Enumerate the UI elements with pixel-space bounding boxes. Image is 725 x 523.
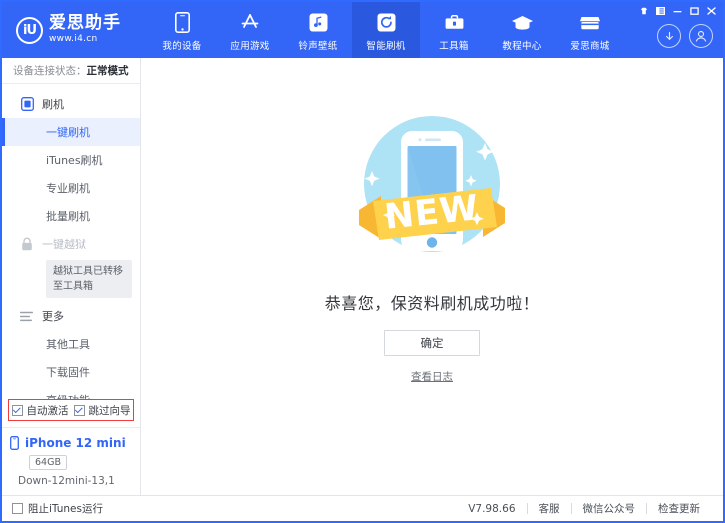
sidebar-item-other-tools[interactable]: 其他工具 (2, 330, 140, 358)
nav-label: 铃声壁纸 (298, 38, 337, 52)
brand-url: www.i4.cn (49, 35, 121, 44)
nav-label: 爱思商城 (570, 38, 609, 52)
lock-icon (20, 237, 34, 251)
music-icon (309, 12, 328, 34)
sidebar-item-label: iTunes刷机 (46, 152, 103, 168)
sidebar-item-label: 一键刷机 (46, 124, 90, 140)
nav-item-apps-games[interactable]: 应用游戏 (216, 2, 284, 58)
sidebar-group-jailbreak: 一键越狱 (2, 230, 140, 258)
status-bar: 阻止iTunes运行 V7.98.66 客服 微信公众号 检查更新 (2, 495, 723, 521)
sidebar-item-label: 批量刷机 (46, 208, 90, 224)
device-name: iPhone 12 mini (25, 436, 126, 450)
nav-item-smart-flash[interactable]: 智能刷机 (352, 2, 420, 58)
brand-logo-group: iU 爱思助手 www.i4.cn (2, 15, 142, 44)
phone-icon (10, 436, 19, 450)
connection-status: 设备连接状态：正常模式 (2, 58, 140, 84)
nav-label: 工具箱 (439, 38, 468, 52)
device-firmware: Down-12mini-13,1 (18, 475, 130, 487)
minimize-button[interactable] (670, 4, 685, 17)
download-icon[interactable] (657, 24, 681, 48)
sidebar-item-itunes-flash[interactable]: iTunes刷机 (2, 146, 140, 174)
checkbox-skip-setup[interactable] (74, 405, 85, 416)
block-itunes-option[interactable]: 阻止iTunes运行 (12, 501, 103, 516)
checkbox-auto-activate[interactable] (12, 405, 23, 416)
device-title-row: iPhone 12 mini (10, 436, 130, 450)
option-label: 跳过向导 (89, 403, 131, 418)
block-itunes-label: 阻止iTunes运行 (28, 501, 103, 516)
phone-flash-icon (20, 97, 34, 111)
wechat-official-link[interactable]: 微信公众号 (572, 501, 647, 516)
nav-label: 教程中心 (502, 38, 541, 52)
nav-item-my-device[interactable]: 我的设备 (148, 2, 216, 58)
app-window: iU 爱思助手 www.i4.cn 我的设备 应用游戏 (0, 0, 725, 523)
option-label: 自动激活 (27, 403, 69, 418)
menu-button[interactable] (653, 4, 668, 17)
shop-icon (579, 12, 601, 34)
sidebar-item-label: 其他工具 (46, 336, 90, 352)
nav-label: 我的设备 (162, 38, 201, 52)
new-phone-badge-illustration: NEW (337, 96, 527, 276)
sidebar: 设备连接状态：正常模式 刷机 一键刷机 iTunes刷机 专业刷机 (2, 58, 141, 495)
status-bar-links: V7.98.66 客服 微信公众号 检查更新 (457, 501, 711, 516)
option-skip-setup[interactable]: 跳过向导 (74, 403, 131, 418)
close-button[interactable] (704, 4, 719, 17)
skin-button[interactable] (636, 4, 651, 17)
nav-item-toolbox[interactable]: 工具箱 (420, 2, 488, 58)
nav-item-ringtone-wallpaper[interactable]: 铃声壁纸 (284, 2, 352, 58)
user-account-icon[interactable] (689, 24, 713, 48)
option-auto-activate[interactable]: 自动激活 (12, 403, 69, 418)
sidebar-group-label: 刷机 (42, 96, 64, 112)
jailbreak-moved-tooltip: 越狱工具已转移至工具箱 (46, 260, 132, 298)
nav-item-store[interactable]: 爱思商城 (556, 2, 624, 58)
toolbox-icon (444, 12, 465, 34)
checkbox-block-itunes[interactable] (12, 503, 23, 514)
sidebar-group-label: 更多 (42, 308, 64, 324)
sidebar-item-one-key-flash[interactable]: 一键刷机 (2, 118, 140, 146)
sidebar-item-download-firmware[interactable]: 下载固件 (2, 358, 140, 386)
sidebar-item-pro-flash[interactable]: 专业刷机 (2, 174, 140, 202)
app-body: 设备连接状态：正常模式 刷机 一键刷机 iTunes刷机 专业刷机 (2, 58, 723, 495)
list-icon (20, 309, 34, 323)
maximize-button[interactable] (687, 4, 702, 17)
nav-label: 应用游戏 (230, 38, 269, 52)
brand-mark-icon: iU (16, 17, 43, 44)
appstore-icon (239, 12, 261, 34)
header-actions (657, 24, 713, 48)
brand-name: 爱思助手 (49, 15, 121, 33)
sidebar-group-label: 一键越狱 (42, 236, 86, 252)
main-content: NEW 恭喜您，保资料刷机成功啦！ 确定 查看日志 (141, 58, 723, 495)
sidebar-item-advanced[interactable]: 高级功能 (2, 386, 140, 399)
sidebar-item-label: 高级功能 (46, 392, 90, 399)
connection-status-label: 设备连接状态： (13, 63, 87, 78)
nav-label: 智能刷机 (366, 38, 405, 52)
sidebar-item-label: 专业刷机 (46, 180, 90, 196)
sidebar-tree: 刷机 一键刷机 iTunes刷机 专业刷机 批量刷机 (2, 84, 140, 399)
confirm-button[interactable]: 确定 (384, 330, 480, 356)
flash-icon (377, 12, 396, 34)
brand-mark-text: iU (23, 23, 36, 38)
flash-options-row: 自动激活 跳过向导 (8, 399, 134, 421)
connection-status-value: 正常模式 (87, 63, 129, 78)
main-navigation: 我的设备 应用游戏 铃声壁纸 智能刷机 (148, 2, 624, 58)
check-update-link[interactable]: 检查更新 (647, 501, 711, 516)
sidebar-item-label: 下载固件 (46, 364, 90, 380)
window-controls (636, 4, 719, 17)
device-capacity: 64GB (29, 455, 67, 470)
customer-service-link[interactable]: 客服 (528, 501, 571, 516)
view-log-link[interactable]: 查看日志 (411, 369, 453, 384)
sidebar-item-batch-flash[interactable]: 批量刷机 (2, 202, 140, 230)
device-card[interactable]: iPhone 12 mini 64GB Down-12mini-13,1 (2, 427, 140, 495)
device-icon (175, 12, 190, 34)
app-version: V7.98.66 (457, 503, 526, 515)
success-message: 恭喜您，保资料刷机成功啦！ (325, 290, 540, 314)
title-bar: iU 爱思助手 www.i4.cn 我的设备 应用游戏 (2, 2, 723, 58)
sidebar-group-more[interactable]: 更多 (2, 302, 140, 330)
sidebar-group-flash[interactable]: 刷机 (2, 90, 140, 118)
nav-item-tutorial-center[interactable]: 教程中心 (488, 2, 556, 58)
graduation-icon (511, 12, 534, 34)
